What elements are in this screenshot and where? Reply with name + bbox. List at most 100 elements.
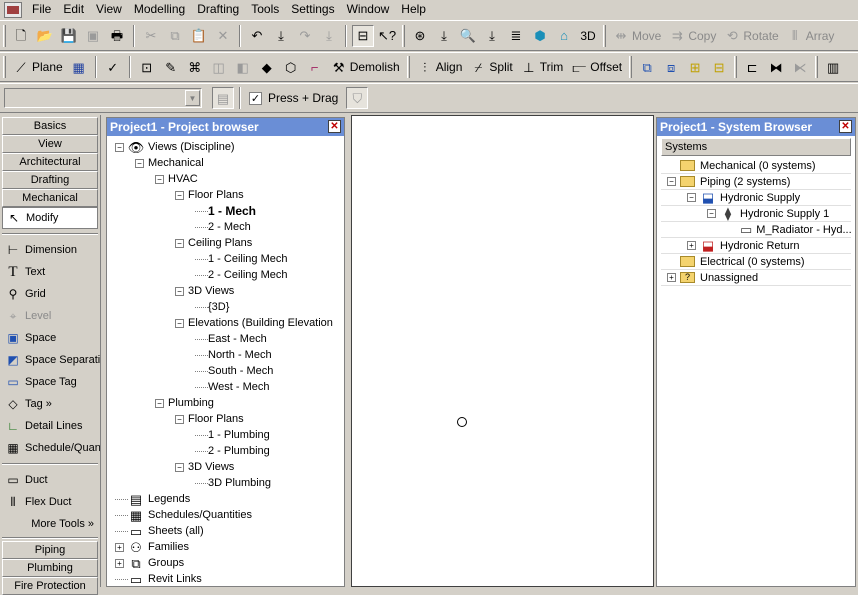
match-type-button[interactable]: ⊡ <box>136 56 158 78</box>
undo-dropdown[interactable]: ⤓ <box>270 25 292 47</box>
array-button[interactable]: ⫴ Array <box>784 25 838 47</box>
collapse-icon[interactable]: − <box>667 177 676 186</box>
redo-dropdown[interactable]: ⤓ <box>318 25 340 47</box>
collapse-icon[interactable]: − <box>135 158 144 168</box>
project-tree-item[interactable]: ▭ Revit Links <box>115 571 202 586</box>
project-tree-item[interactable]: ▭ Sheets (all) <box>115 523 204 539</box>
project-tree-item[interactable]: − Floor Plans <box>175 411 244 427</box>
tab-mechanical[interactable]: Mechanical <box>2 189 98 207</box>
system-tree-item[interactable]: − ⧫ Hydronic Supply 1 <box>661 206 851 222</box>
project-tree-item[interactable]: − Mechanical <box>135 155 204 171</box>
collapse-icon[interactable]: − <box>175 414 184 424</box>
menu-drafting[interactable]: Drafting <box>191 1 245 18</box>
press-drag-checkbox[interactable]: ✓ <box>249 91 262 105</box>
collapse-icon[interactable]: − <box>175 190 184 200</box>
close-icon[interactable]: ✕ <box>328 120 341 133</box>
app-icon[interactable] <box>4 1 22 18</box>
edit-group-button[interactable]: ⧈ <box>660 56 682 78</box>
project-tree-item[interactable]: West - Mech <box>195 379 270 395</box>
collapse-icon[interactable]: − <box>175 286 184 296</box>
expand-icon[interactable]: + <box>115 542 124 552</box>
orbit-button[interactable]: ⊛ <box>409 25 431 47</box>
zoom-dropdown[interactable]: ⤓ <box>481 25 503 47</box>
project-tree-item[interactable]: {3D} <box>195 299 229 315</box>
collapse-icon[interactable]: − <box>707 209 716 218</box>
menu-help[interactable]: Help <box>395 1 432 18</box>
expand-icon[interactable]: + <box>115 558 124 568</box>
split-face-button[interactable]: ⬡ <box>280 56 302 78</box>
project-tree-item[interactable]: −3D Views <box>175 283 234 299</box>
more-tools-button[interactable]: More Tools » <box>0 513 100 535</box>
place-group-button[interactable]: ⊞ <box>684 56 706 78</box>
menu-settings[interactable]: Settings <box>285 1 340 18</box>
collapse-icon[interactable]: − <box>175 238 184 248</box>
project-tree-item[interactable]: ▤ Legends <box>115 491 190 507</box>
work-plane-button[interactable]: ⟋ Plane <box>10 56 66 78</box>
render-button[interactable]: ⌂ <box>553 25 575 47</box>
collapse-icon[interactable]: − <box>155 398 164 408</box>
tool-duct[interactable]: ▭ Duct <box>0 469 100 491</box>
print-button[interactable]: 🖶 <box>106 25 128 47</box>
move-button[interactable]: ⇹ Move <box>610 25 664 47</box>
tool-tag[interactable]: ◇ Tag » <box>0 393 100 415</box>
unjoin-geometry-button[interactable]: ◧ <box>232 56 254 78</box>
linework-button[interactable]: ⌐ <box>304 56 326 78</box>
split-button[interactable]: ⌿ Split <box>467 56 515 78</box>
expand-icon[interactable]: + <box>687 241 696 250</box>
cut-geometry-button[interactable]: ⌘ <box>184 56 206 78</box>
unlink-button[interactable]: ⧔ <box>789 56 811 78</box>
menu-window[interactable]: Window <box>341 1 396 18</box>
system-tree-item[interactable]: Electrical (0 systems) <box>661 254 851 270</box>
tool-text[interactable]: T Text <box>0 261 100 283</box>
view-properties-button[interactable]: ▥ <box>822 56 844 78</box>
copy-button[interactable]: ⇉ Copy <box>666 25 719 47</box>
drawing-area[interactable] <box>351 115 654 587</box>
project-tree-item[interactable]: − 👁 Views (Discipline) <box>115 139 235 155</box>
undo-button[interactable]: ↶ <box>246 25 268 47</box>
redo-button[interactable]: ↷ <box>294 25 316 47</box>
tab-view[interactable]: View <box>2 135 98 153</box>
project-tree-item[interactable]: − Ceiling Plans <box>175 235 252 251</box>
trim-button[interactable]: ⊥ Trim <box>518 56 567 78</box>
project-browser-toggle[interactable]: ⊟ <box>352 24 374 47</box>
project-tree-item[interactable]: East - Mech <box>195 331 267 347</box>
collapse-icon[interactable]: − <box>175 318 184 328</box>
tab-plumbing[interactable]: Plumbing <box>2 559 98 577</box>
demolish-button[interactable]: ⚒ Demolish <box>328 56 403 78</box>
create-group-button[interactable]: ⧉ <box>636 56 658 78</box>
align-button[interactable]: ⫶ Align <box>414 56 466 78</box>
project-tree-item[interactable]: South - Mech <box>195 363 273 379</box>
project-tree-item[interactable]: + ⧉ Groups <box>115 555 184 571</box>
whats-this-button[interactable]: ↖? <box>376 25 398 47</box>
filter-button[interactable]: ⛉ <box>346 87 369 109</box>
properties-button[interactable]: ▤ <box>212 87 234 109</box>
orbit-dropdown[interactable]: ⤓ <box>433 25 455 47</box>
rotate-button[interactable]: ⟲ Rotate <box>721 25 781 47</box>
tab-drafting[interactable]: Drafting <box>2 171 98 189</box>
tool-dimension[interactable]: ⊢ Dimension <box>0 239 100 261</box>
offset-button[interactable]: ⫍ Offset <box>568 56 625 78</box>
tab-fire-protection[interactable]: Fire Protection <box>2 577 98 595</box>
tool-flex-duct[interactable]: ⦀ Flex Duct <box>0 491 100 513</box>
project-tree-item[interactable]: 2 - Ceiling Mech <box>195 267 287 283</box>
project-tree-item[interactable]: 1 - Mech <box>195 203 256 219</box>
collapse-icon[interactable]: − <box>175 462 184 472</box>
project-tree-item[interactable]: − Plumbing <box>155 395 214 411</box>
menu-tools[interactable]: Tools <box>245 1 285 18</box>
3d-view-button[interactable]: 3D <box>577 25 599 47</box>
toolbar-grip[interactable] <box>3 24 6 47</box>
copy-clipboard-button[interactable]: ⧉ <box>164 25 186 47</box>
tool-detail-lines[interactable]: ∟ Detail Lines <box>0 415 100 437</box>
save-to-central-button[interactable]: ▣ <box>82 25 104 47</box>
tool-space-separation[interactable]: ◩ Space Separati <box>0 349 100 371</box>
project-tree-item[interactable]: ▦ Schedules/Quantities <box>115 507 252 523</box>
paste-button[interactable]: 📋 <box>188 25 210 47</box>
shading-button[interactable]: ⬢ <box>529 25 551 47</box>
system-tree-item[interactable]: + ⬓ Hydronic Return <box>661 238 851 254</box>
collapse-icon[interactable]: − <box>155 174 164 184</box>
project-tree-item[interactable]: −3D Views <box>175 459 234 475</box>
type-selector[interactable]: ▼ <box>4 88 202 108</box>
project-tree-item[interactable]: 3D Plumbing <box>195 475 271 491</box>
project-tree-item[interactable]: 1 - Plumbing <box>195 427 270 443</box>
spelling-button[interactable]: ✓ <box>102 56 124 78</box>
